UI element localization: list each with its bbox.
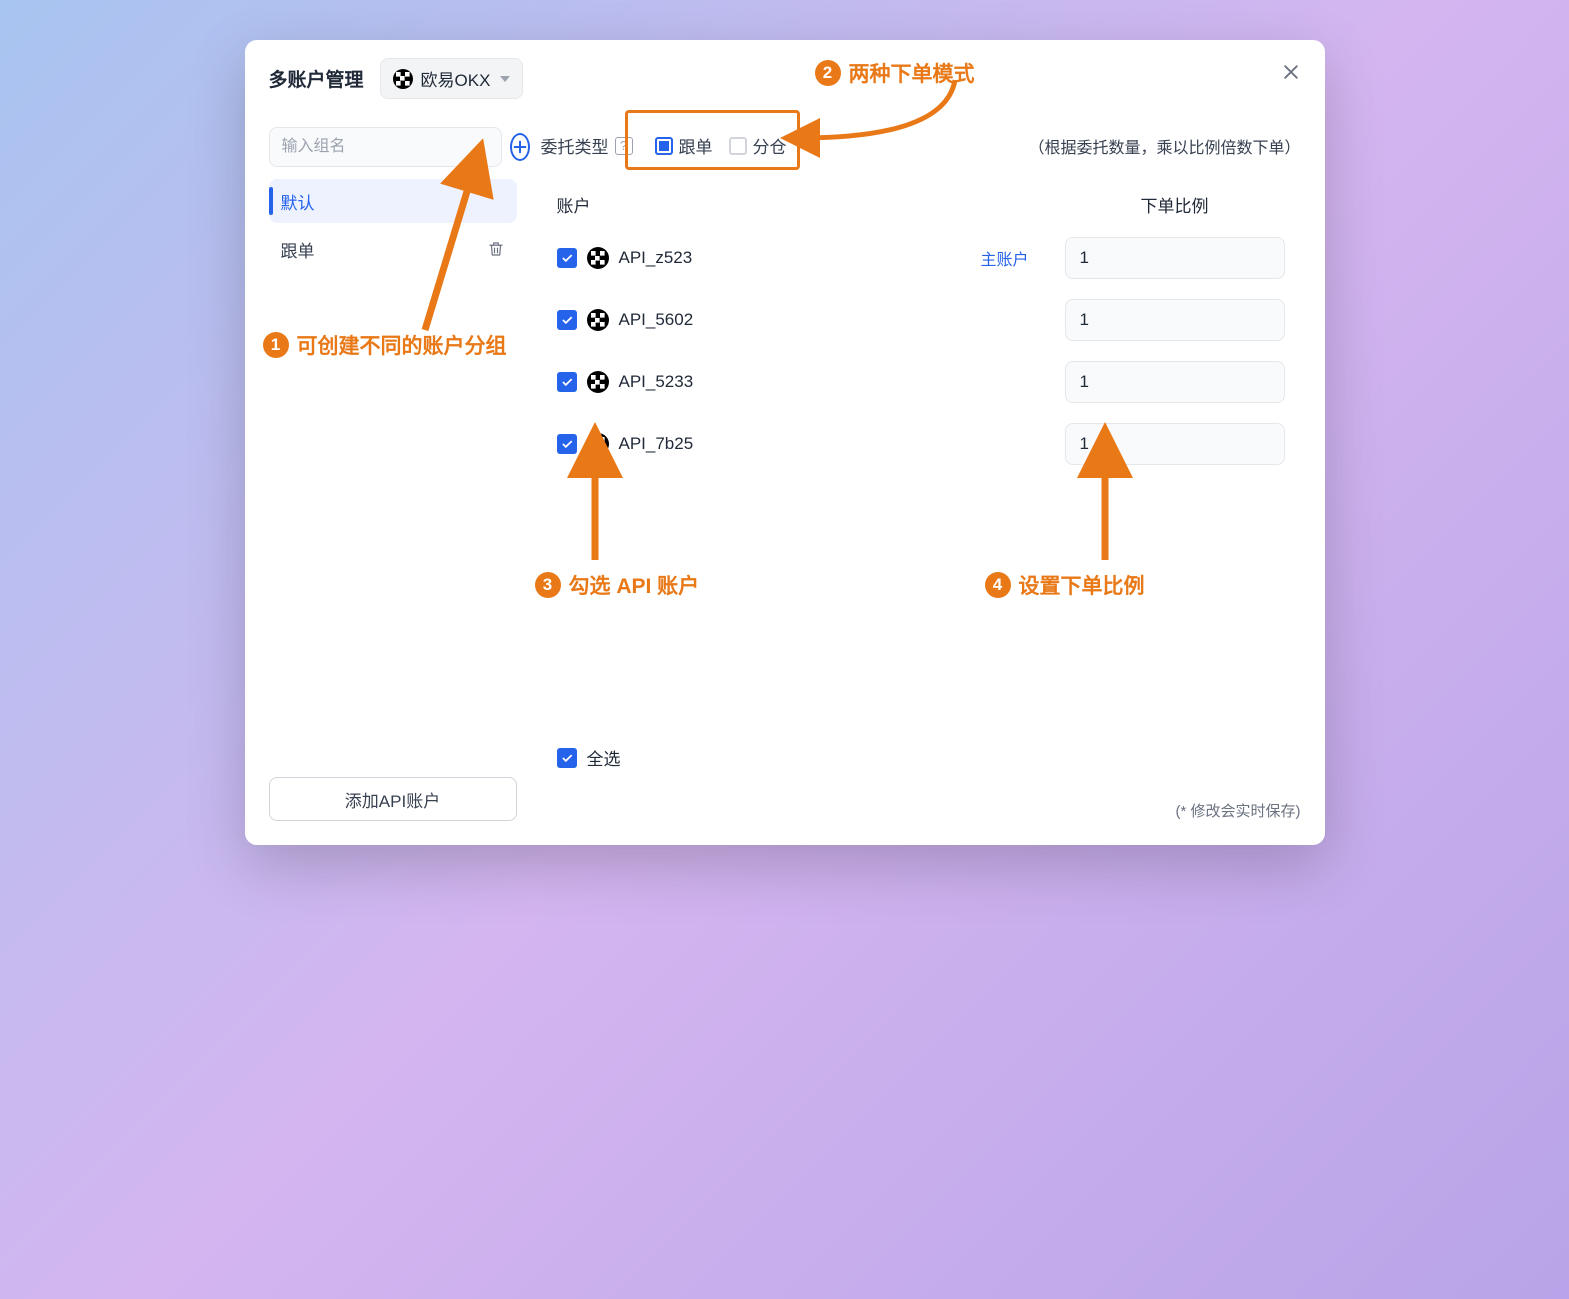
table-header-row: 账户 下单比例 [541,182,1301,227]
sidebar: 默认 跟单 添加API账户 [269,127,517,821]
account-name: API_5602 [619,310,694,330]
account-cell: API_z523 [557,247,945,269]
modal-header: 多账户管理 欧易OKX [269,58,1301,103]
table-row: API_5602 [541,289,1301,351]
ratio-input[interactable] [1065,423,1285,465]
account-name: API_7b25 [619,434,694,454]
main-panel: 委托类型 ? 跟单 分仓 （根据委托数量，乘以比例倍数下单） [541,127,1301,821]
order-ratio-hint: （根据委托数量，乘以比例倍数下单） [1028,134,1300,158]
row-checkbox[interactable] [557,434,577,454]
order-type-label: 委托类型 ? [541,133,633,158]
trash-icon[interactable] [487,240,505,258]
radio-label: 跟单 [679,133,713,158]
account-name: API_5233 [619,372,694,392]
chevron-down-icon [500,76,510,82]
account-cell: API_7b25 [557,433,945,455]
add-api-button[interactable]: 添加API账户 [269,777,517,821]
row-checkbox[interactable] [557,372,577,392]
account-cell: API_5233 [557,371,945,393]
close-icon [1281,62,1301,82]
account-name: API_z523 [619,248,693,268]
group-input-row [269,127,517,167]
okx-icon [587,433,609,455]
group-name-input[interactable] [269,127,502,167]
main-account-badge: 主账户 [945,246,1065,270]
select-all-checkbox[interactable] [557,748,577,768]
select-all-label: 全选 [587,745,621,770]
table-row: API_7b25 [541,413,1301,475]
radio-label: 分仓 [753,133,787,158]
table-row: API_5233 [541,351,1301,413]
account-cell: API_5602 [557,309,945,331]
help-icon[interactable]: ? [615,137,633,155]
multi-account-modal: 多账户管理 欧易OKX 默认 跟单 [245,40,1325,845]
close-button[interactable] [1277,58,1305,86]
row-checkbox[interactable] [557,248,577,268]
okx-icon [393,69,413,89]
exchange-selector[interactable]: 欧易OKX [380,58,524,99]
plus-icon [512,139,528,155]
radio-option-follow[interactable]: 跟单 [655,133,713,158]
ratio-input[interactable] [1065,237,1285,279]
radio-checkbox-icon [729,137,747,155]
okx-icon [587,247,609,269]
group-list: 默认 跟单 [269,179,517,271]
table-header-account: 账户 [557,192,945,217]
account-table: 账户 下单比例 API_z523 主账户 [541,182,1301,780]
sidebar-group-item[interactable]: 默认 [269,179,517,223]
radio-option-split[interactable]: 分仓 [729,133,787,158]
modal-title: 多账户管理 [269,65,364,92]
row-checkbox[interactable] [557,310,577,330]
order-type-row: 委托类型 ? 跟单 分仓 （根据委托数量，乘以比例倍数下单） [541,127,1301,164]
table-row: API_z523 主账户 [541,227,1301,289]
ratio-input[interactable] [1065,361,1285,403]
select-all-row: 全选 [541,735,1301,780]
table-header-ratio: 下单比例 [1065,192,1285,217]
okx-icon [587,371,609,393]
group-item-label: 跟单 [281,237,315,262]
exchange-label: 欧易OKX [421,66,491,91]
modal-body: 默认 跟单 添加API账户 委托类型 ? 跟单 [269,127,1301,821]
order-type-radio-group: 跟单 分仓 [641,127,801,164]
group-item-label: 默认 [281,189,315,214]
ratio-input[interactable] [1065,299,1285,341]
radio-checkbox-icon [655,137,673,155]
okx-icon [587,309,609,331]
footer-hint: (* 修改会实时保存) [541,800,1301,821]
add-group-button[interactable] [510,133,530,161]
sidebar-group-item[interactable]: 跟单 [269,227,517,271]
